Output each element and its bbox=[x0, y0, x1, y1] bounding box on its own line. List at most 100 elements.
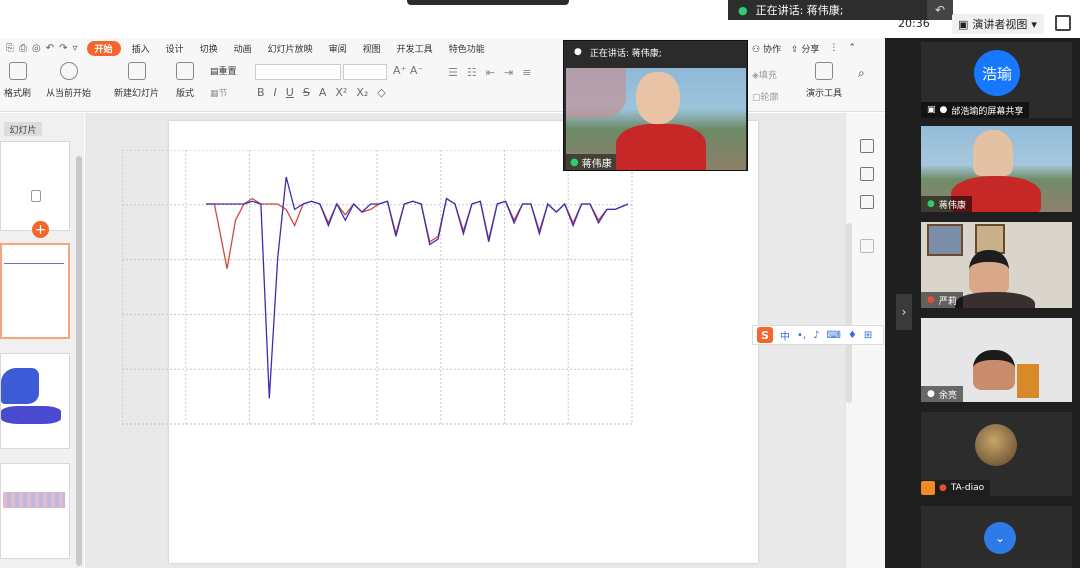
bullets-icon[interactable]: ☰ bbox=[448, 66, 458, 79]
speaker-face bbox=[636, 72, 680, 124]
toolbox-icon[interactable]: ⊞ bbox=[864, 330, 872, 341]
section-icon: ▦ bbox=[210, 89, 219, 99]
mic-active-icon: ● bbox=[927, 199, 935, 209]
tab-transition[interactable]: 切换 bbox=[192, 38, 226, 58]
cursor-icon bbox=[31, 190, 41, 202]
participant-tile[interactable]: 浩瑜 ▣ ● 邰浩瑜的屏幕共享 bbox=[921, 42, 1072, 118]
subscript-icon[interactable]: X₂ bbox=[356, 86, 368, 99]
thumbnail-scrollbar[interactable] bbox=[76, 156, 82, 566]
cube-icon[interactable] bbox=[860, 239, 874, 253]
participant-face bbox=[969, 250, 1009, 294]
add-slide-button[interactable]: + bbox=[32, 221, 49, 238]
superscript-icon[interactable]: X² bbox=[335, 86, 347, 99]
speaking-text: 正在讲话: 蒋伟康; bbox=[755, 4, 844, 17]
section-button[interactable]: ▦节 bbox=[210, 86, 228, 99]
new-slide-label: 新建幻灯片 bbox=[114, 89, 160, 99]
play-icon bbox=[59, 62, 78, 80]
punctuation-icon[interactable]: •, bbox=[797, 330, 806, 341]
tab-view[interactable]: 视图 bbox=[355, 38, 389, 58]
background-object bbox=[1017, 364, 1039, 398]
print-icon[interactable]: ⎙ bbox=[19, 43, 27, 54]
clear-format-icon[interactable]: ◇ bbox=[377, 86, 385, 99]
keyboard-icon[interactable]: ⌨ bbox=[826, 330, 840, 341]
participant-tile[interactable]: ● 蒋伟康 bbox=[921, 126, 1072, 212]
numbering-icon[interactable]: ☷ bbox=[467, 66, 477, 79]
bold-icon[interactable]: B bbox=[257, 86, 265, 99]
participant-tile[interactable]: ● TA-diao bbox=[921, 412, 1072, 496]
ime-language[interactable]: 中 bbox=[780, 328, 790, 343]
preview-icon[interactable]: ◎ bbox=[32, 43, 41, 54]
font-color-icon[interactable]: A bbox=[319, 86, 327, 99]
tab-slideshow[interactable]: 幻灯片放映 bbox=[260, 38, 321, 58]
font-family-select[interactable] bbox=[255, 64, 341, 80]
slide-scrollbar[interactable] bbox=[846, 223, 852, 403]
outdent-icon[interactable]: ⇥ bbox=[504, 66, 513, 79]
chevron-down-icon[interactable]: ⌄ bbox=[984, 522, 1016, 554]
screen-share-icon: ▣ bbox=[927, 105, 936, 115]
participant-tile[interactable]: ● 严莉 bbox=[921, 222, 1072, 308]
outline-button[interactable]: ▢轮廓 bbox=[752, 90, 779, 103]
participant-tile[interactable]: ● 余亮 bbox=[921, 318, 1072, 402]
chevron-up-icon[interactable]: ⌃ bbox=[848, 43, 856, 53]
layout-button[interactable]: 版式 bbox=[176, 62, 194, 99]
ime-toolbar[interactable]: S 中 •, ♪ ⌨ ♦ ⊞ bbox=[752, 325, 884, 345]
tab-features[interactable]: 特色功能 bbox=[441, 38, 493, 58]
properties-icon[interactable] bbox=[860, 139, 874, 153]
share-label: 分享 bbox=[801, 44, 820, 55]
new-slide-button[interactable]: 新建幻灯片 bbox=[114, 62, 159, 99]
slide-thumbnail[interactable] bbox=[0, 463, 70, 559]
tab-animation[interactable]: 动画 bbox=[226, 38, 260, 58]
strikethrough-icon[interactable]: S bbox=[303, 86, 310, 99]
redo-icon[interactable]: ↷ bbox=[59, 43, 67, 54]
share-button[interactable]: ⇪ 分享 bbox=[791, 42, 819, 55]
avatar bbox=[975, 424, 1017, 466]
presenter-view-icon: ▣ bbox=[958, 17, 969, 31]
float-name-tag: ● 蒋伟康 bbox=[566, 154, 616, 170]
italic-icon[interactable]: I bbox=[274, 86, 277, 99]
meeting-top-bar[interactable] bbox=[407, 0, 569, 5]
tab-developer[interactable]: 开发工具 bbox=[389, 38, 441, 58]
animation-pane-icon[interactable] bbox=[860, 195, 874, 209]
line-spacing-icon[interactable]: ≡ bbox=[522, 66, 531, 79]
tab-home[interactable]: 开始 bbox=[86, 40, 121, 56]
voice-icon[interactable]: ♪ bbox=[813, 330, 819, 341]
customize-icon[interactable]: ▿ bbox=[73, 43, 78, 54]
more-icon[interactable]: ⋮ bbox=[829, 43, 838, 53]
collab-button[interactable]: ⚇ 协作 bbox=[752, 42, 781, 55]
microphone-icon: ● bbox=[939, 105, 948, 115]
microphone-icon: ● bbox=[574, 47, 582, 57]
tab-insert[interactable]: 插入 bbox=[124, 38, 158, 58]
ribbon-commands: 格式刷 从当前开始 新建幻灯片 版式 ▤重置 ▦节 A⁺ A⁻ B I U S … bbox=[0, 60, 885, 110]
speaker-float-window[interactable]: ● 正在讲话: 蒋伟康; ● 蒋伟康 bbox=[563, 40, 748, 171]
open-icon[interactable]: ⎘ bbox=[6, 43, 14, 54]
skin-icon[interactable]: ♦ bbox=[848, 330, 857, 341]
tab-review[interactable]: 审阅 bbox=[321, 38, 355, 58]
fill-icon: ◈ bbox=[752, 71, 759, 81]
float-name: 蒋伟康 bbox=[581, 158, 612, 170]
quick-access-toolbar: ⎘ ⎙ ◎ ↶ ↷ ▿ bbox=[0, 43, 84, 54]
presenter-view-button[interactable]: ▣ 演讲者视图 ▾ bbox=[952, 14, 1044, 34]
format-painter-button[interactable]: 格式刷 bbox=[4, 62, 31, 99]
ribbon: ⎘ ⎙ ◎ ↶ ↷ ▿ 开始 插入 设计 切换 动画 幻灯片放映 审阅 视图 开… bbox=[0, 38, 885, 112]
tab-design[interactable]: 设计 bbox=[158, 38, 192, 58]
fullscreen-icon[interactable] bbox=[1055, 15, 1071, 31]
slide-thumbnail[interactable] bbox=[0, 141, 70, 231]
underline-icon[interactable]: U bbox=[286, 86, 294, 99]
reset-button[interactable]: ▤重置 bbox=[210, 64, 237, 77]
collapse-sidebar-icon[interactable]: › bbox=[896, 294, 912, 330]
undo-icon[interactable]: ↶ bbox=[46, 43, 54, 54]
style-icon[interactable] bbox=[860, 167, 874, 181]
fill-button[interactable]: ◈填充 bbox=[752, 68, 777, 81]
reply-arrow-icon[interactable]: ↶ bbox=[927, 0, 953, 20]
clock: 20:36 bbox=[898, 17, 930, 30]
slide-thumbnail[interactable] bbox=[0, 243, 70, 339]
slide-thumbnail[interactable] bbox=[0, 353, 70, 449]
chart-series-line-1 bbox=[206, 197, 629, 269]
font-grow-icon[interactable]: A⁺ A⁻ bbox=[393, 64, 423, 77]
play-from-current-button[interactable]: 从当前开始 bbox=[46, 62, 91, 99]
indent-icon[interactable]: ⇤ bbox=[486, 66, 495, 79]
search-icon[interactable]: ⌕ bbox=[858, 66, 865, 81]
microphone-icon: ● bbox=[927, 389, 935, 399]
present-tools-button[interactable]: 演示工具 bbox=[806, 62, 842, 99]
font-size-select[interactable] bbox=[343, 64, 387, 80]
